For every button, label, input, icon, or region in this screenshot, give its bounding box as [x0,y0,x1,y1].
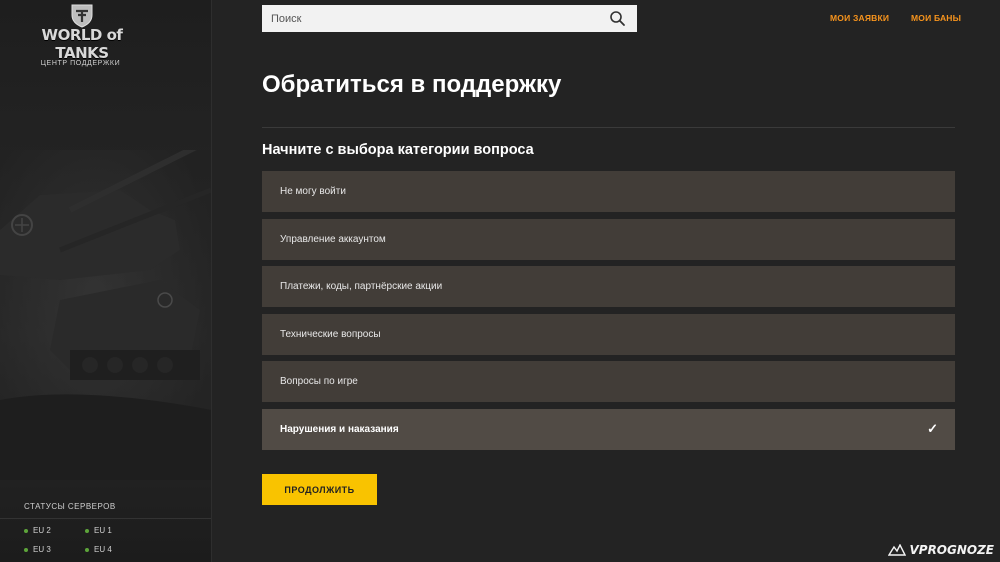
category-prompt: Начните с выбора категории вопроса [262,142,534,158]
category-option-account-management[interactable]: Управление аккаунтом [262,218,955,260]
support-center-label: ЦЕНТР ПОДДЕРЖКИ [40,60,121,67]
my-bans-link[interactable]: МОИ БАНЫ [911,13,961,23]
server-status-eu1: EU 1 [85,526,112,535]
category-label: Вопросы по игре [280,376,358,387]
server-status-eu3: EU 3 [24,545,51,554]
search-icon[interactable] [609,10,626,27]
category-label: Нарушения и наказания [280,423,399,435]
my-requests-link[interactable]: МОИ ЗАЯВКИ [830,13,889,23]
watermark: VPROGNOZE [888,543,994,557]
online-status-dot [24,528,28,533]
sidebar: WORLD of TANKS ЦЕНТР ПОДДЕРЖКИ СТАТУСЫ С… [0,0,212,562]
category-option-cant-login[interactable]: Не могу войти [262,171,955,212]
online-status-dot [85,547,89,552]
search-input[interactable] [262,5,637,32]
logo-wordmark: WORLD of TANKS [41,26,123,62]
page-title: Обратиться в поддержку [262,71,562,98]
watermark-text: VPROGNOZE [909,543,994,557]
category-label: Платежи, коды, партнёрские акции [280,281,443,292]
category-label: Не могу войти [280,186,346,197]
online-status-dot [85,528,89,533]
category-label: Управление аккаунтом [280,233,386,245]
category-list: Не могу войти Управление аккаунтом Плате… [262,171,955,456]
world-of-tanks-logo[interactable]: WORLD of TANKS [22,2,142,62]
server-label: EU 3 [33,545,51,554]
divider [262,127,955,128]
wot-emblem-icon [71,4,93,28]
category-option-payments[interactable]: Платежи, коды, партнёрские акции [262,266,955,307]
server-status-eu4: EU 4 [85,545,112,554]
server-status-eu2: EU 2 [24,526,51,535]
server-label: EU 4 [94,545,112,554]
watermark-logo-icon [888,544,907,556]
server-status-title: СТАТУСЫ СЕРВЕРОВ [24,502,116,511]
server-label: EU 1 [94,526,112,535]
category-label: Технические вопросы [280,328,381,340]
category-option-game-questions[interactable]: Вопросы по игре [262,361,955,402]
checkmark-icon: ✓ [927,420,938,436]
status-divider [0,518,211,519]
online-status-dot [24,547,28,552]
server-label: EU 2 [33,526,51,535]
continue-button[interactable]: ПРОДОЛЖИТЬ [262,474,377,505]
tank-background-illustration [0,150,211,480]
category-option-violations[interactable]: Нарушения и наказания ✓ [262,408,955,450]
category-option-technical[interactable]: Технические вопросы [262,313,955,355]
